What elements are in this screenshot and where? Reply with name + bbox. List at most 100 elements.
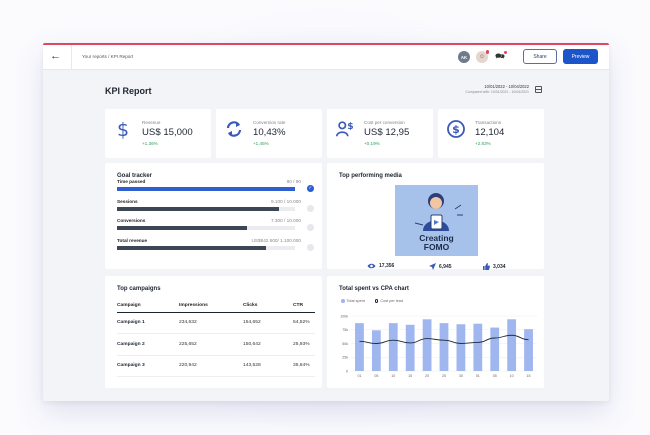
goal-value: 90 / 90	[286, 179, 301, 184]
comment-icon[interactable]: 🗪	[495, 51, 507, 62]
table-row[interactable]: Campaign 2 225,652 150,642 25,93%	[117, 333, 315, 356]
y-tick-label: 50k	[342, 342, 348, 346]
notification-dot	[485, 50, 489, 54]
bar	[388, 323, 398, 371]
bar	[439, 323, 449, 371]
column-header[interactable]: Clicks	[243, 300, 293, 313]
bar	[456, 324, 466, 371]
share-button[interactable]: Share	[523, 49, 557, 64]
dollar-icon: $	[113, 119, 133, 139]
date-range: 10/01/2022 - 10/04/2022	[484, 84, 529, 89]
column-header[interactable]: CTR	[293, 300, 315, 313]
kpi-card-transactions: $ Transactions 12,104 +2.83%	[438, 109, 544, 158]
table-row[interactable]: Campaign 3 220,942 143,528 35,64%	[117, 355, 315, 377]
bar	[405, 324, 415, 371]
goal-name: Sessions	[117, 199, 138, 204]
table-cell: Campaign 2	[117, 333, 179, 356]
avatar[interactable]: ☺	[476, 50, 489, 63]
table-cell: 225,652	[179, 333, 243, 356]
kpi-delta: +1.36%	[142, 141, 158, 146]
progress-track	[117, 187, 295, 191]
pending-circle-icon	[307, 244, 314, 251]
progress-fill	[117, 226, 247, 230]
goal-value: 7.300 / 10.000	[271, 218, 301, 223]
kpi-card-conversion-rate: Conversion rate 10,43% +1.45%	[216, 109, 322, 158]
kpi-label: Conversion rate	[253, 120, 286, 125]
goal-name: Time passed	[117, 179, 146, 184]
media-caption: FOMO	[423, 242, 450, 252]
divider	[71, 45, 72, 70]
x-tick-label: 10	[391, 374, 395, 378]
bar	[422, 319, 432, 371]
bar	[473, 323, 483, 371]
goal-name: Total revenue	[117, 238, 148, 243]
progress-track	[117, 207, 295, 211]
thumbs-up-icon	[483, 263, 490, 270]
svg-text:$: $	[452, 123, 460, 136]
table-cell: 143,528	[243, 355, 293, 377]
x-tick-label: 05	[493, 374, 497, 378]
send-icon	[429, 263, 436, 270]
x-tick-label: 01	[476, 374, 480, 378]
check-circle-icon: ✓	[307, 185, 314, 192]
bar	[371, 330, 381, 371]
media-thumbnail[interactable]: Creating FOMO	[395, 185, 478, 256]
y-tick-label: 25k	[342, 356, 348, 360]
compared-with: Compared with: 10/01/2021 - 10/04/2021	[465, 90, 529, 94]
back-arrow-icon[interactable]: ←	[50, 50, 61, 62]
y-tick-label: 100k	[340, 314, 348, 318]
page-title: KPI Report	[105, 86, 152, 96]
x-tick-label: 30	[459, 374, 463, 378]
likes-stat: 3,034	[483, 263, 506, 270]
x-tick-label: 15	[408, 374, 412, 378]
calendar-icon[interactable]	[535, 86, 542, 93]
views-count: 17,356	[379, 263, 395, 269]
progress-track	[117, 246, 295, 250]
date-range-picker[interactable]: 10/01/2022 - 10/04/2022 Compared with: 1…	[447, 84, 529, 94]
goal-value: US$842.500/ 1.100.000	[251, 238, 301, 243]
x-tick-label: 05	[374, 374, 378, 378]
preview-button[interactable]: Preview	[563, 49, 598, 64]
refresh-icon	[224, 119, 244, 139]
kpi-value: 12,104	[475, 127, 505, 138]
column-header[interactable]: Campaign	[117, 300, 179, 313]
campaigns-table: Campaign Impressions Clicks CTR Campaign…	[117, 300, 315, 377]
user-dollar-icon: $	[335, 119, 355, 139]
svg-text:$: $	[117, 119, 129, 139]
goal-name: Conversions	[117, 218, 146, 223]
table-cell: 150,642	[243, 333, 293, 356]
svg-text:$: $	[347, 122, 353, 132]
kpi-label: Transactions	[475, 120, 502, 125]
x-tick-label: 20	[425, 374, 429, 378]
card-title: Top campaigns	[117, 286, 161, 292]
shares-stat: 6,945	[429, 263, 452, 270]
kpi-label: Revenue	[142, 120, 161, 125]
views-stat: 17,356	[367, 263, 394, 269]
table-cell: 220,942	[179, 355, 243, 377]
kpi-value: US$ 12,95	[364, 127, 410, 138]
progress-track	[117, 226, 295, 230]
table-row[interactable]: Campaign 1 234,632 154,652 54,52%	[117, 312, 315, 334]
breadcrumb[interactable]: Your reports / KPI Report	[82, 54, 133, 59]
kpi-delta: +0.19%	[364, 141, 380, 146]
kpi-delta: +1.45%	[253, 141, 269, 146]
y-tick-label: 75k	[342, 328, 348, 332]
kpi-label: Cost per conversion	[364, 120, 405, 125]
table-cell: Campaign 1	[117, 312, 179, 334]
table-cell: 54,52%	[293, 312, 315, 334]
progress-fill	[117, 246, 266, 250]
shares-count: 6,945	[439, 263, 452, 270]
column-header[interactable]: Impressions	[179, 300, 243, 313]
table-cell: 234,632	[179, 312, 243, 334]
app-window: ← Your reports / KPI Report AK ☺ 🗪 Share…	[43, 43, 609, 401]
notification-dot	[503, 51, 507, 54]
eye-icon	[367, 263, 376, 269]
x-tick-label: 01	[357, 374, 361, 378]
dollar-circle-icon: $	[446, 119, 466, 139]
progress-fill	[117, 207, 279, 211]
x-tick-label: 10	[510, 374, 514, 378]
avatar[interactable]: AK	[458, 51, 470, 63]
top-media-card: Top performing media Creating FOMO 17,35…	[327, 163, 544, 270]
y-tick-label: 0	[346, 369, 348, 373]
kpi-delta: +2.83%	[475, 141, 491, 146]
